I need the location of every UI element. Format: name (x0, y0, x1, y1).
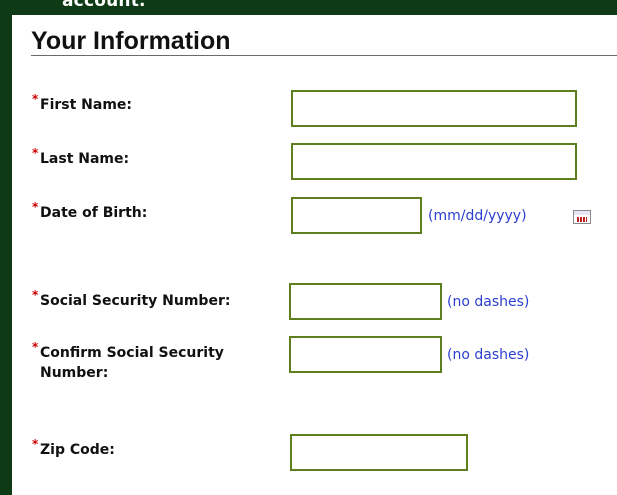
required-marker: * (32, 146, 39, 160)
zip-input[interactable] (290, 434, 468, 471)
required-marker: * (32, 437, 39, 451)
ssn-confirm-hint: (no dashes) (447, 347, 530, 363)
zip-label: Zip Code: (40, 442, 115, 458)
ssn-input[interactable] (289, 283, 442, 320)
ssn-hint: (no dashes) (447, 294, 530, 310)
dob-label: Date of Birth: (40, 205, 148, 221)
required-marker: * (32, 200, 39, 214)
last-name-label: Last Name: (40, 151, 130, 167)
section-title: Your Information (31, 27, 231, 55)
ssn-confirm-input[interactable] (289, 336, 442, 373)
dob-input[interactable] (291, 197, 422, 234)
required-marker: * (32, 340, 39, 354)
ssn-label: Social Security Number: (40, 293, 231, 309)
required-marker: * (32, 288, 39, 302)
your-information-panel: Your Information * First Name: * Last Na… (12, 15, 617, 495)
ssn-confirm-label: Confirm Social Security Number: (40, 345, 224, 381)
last-name-input[interactable] (291, 143, 577, 180)
required-marker: * (32, 92, 39, 106)
calendar-icon[interactable] (573, 210, 591, 224)
first-name-label: First Name: (40, 97, 133, 113)
dob-format-hint: (mm/dd/yyyy) (428, 208, 527, 224)
cut-off-header-text: account. (62, 0, 146, 11)
title-divider (31, 55, 617, 56)
first-name-input[interactable] (291, 90, 577, 127)
